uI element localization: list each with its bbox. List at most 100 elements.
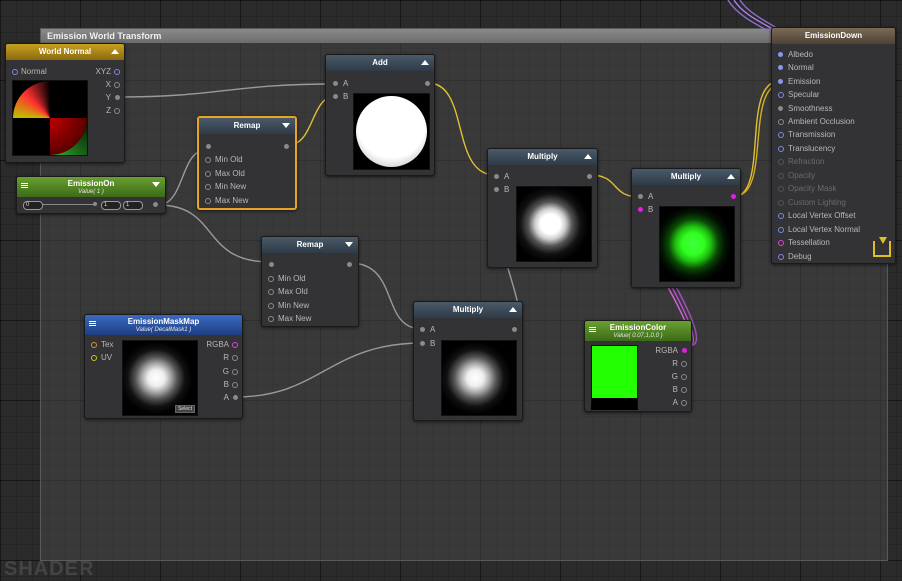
port-dot-icon[interactable]: [12, 69, 18, 75]
slider-track[interactable]: [43, 204, 95, 205]
port-tex[interactable]: Tex: [91, 339, 113, 351]
port-dot-icon[interactable]: [778, 92, 784, 98]
port-b[interactable]: B: [638, 204, 653, 216]
port-opacity[interactable]: Opacity: [778, 170, 815, 182]
node-header[interactable]: Multiply: [488, 149, 597, 165]
port-dot-icon[interactable]: [494, 187, 499, 192]
port-dot-icon[interactable]: [778, 240, 784, 246]
port-dot-icon[interactable]: [268, 316, 274, 322]
port-dot-icon[interactable]: [233, 395, 238, 400]
color-swatch[interactable]: [591, 345, 638, 410]
node-header[interactable]: World Normal: [6, 44, 124, 60]
port-dot-icon[interactable]: [778, 106, 783, 111]
node-header[interactable]: Multiply: [414, 302, 522, 318]
port-dot-icon[interactable]: [268, 303, 274, 309]
port-g[interactable]: G: [672, 371, 687, 383]
port-a[interactable]: A: [673, 397, 687, 409]
port-b[interactable]: B: [224, 379, 238, 391]
port-dot-icon[interactable]: [778, 173, 784, 179]
port-b[interactable]: B: [673, 384, 687, 396]
port-normal[interactable]: Normal: [12, 66, 47, 78]
input-port-icon[interactable]: [206, 144, 211, 149]
port-dot-icon[interactable]: [681, 361, 687, 367]
node-multiply-1[interactable]: Multiply A B: [487, 148, 598, 268]
port-smoothness[interactable]: Smoothness: [778, 103, 832, 115]
port-z[interactable]: Z: [106, 105, 120, 117]
port-b[interactable]: B: [420, 338, 435, 350]
port-dot-icon[interactable]: [638, 194, 643, 199]
port-rgba[interactable]: RGBA: [655, 345, 687, 357]
slider-handle[interactable]: [93, 202, 97, 206]
collapse-icon[interactable]: [421, 60, 429, 65]
port-ambient-occlusion[interactable]: Ambient Occlusion: [778, 116, 855, 128]
port-dot-icon[interactable]: [115, 95, 120, 100]
node-header[interactable]: EmissionMaskMap Value( DecalMask1 ): [85, 315, 242, 335]
port-b[interactable]: B: [333, 91, 348, 103]
port-custom-lighting[interactable]: Custom Lighting: [778, 197, 846, 209]
value-slider[interactable]: 0 1 1: [17, 198, 165, 212]
port-rgba[interactable]: RGBA: [206, 339, 238, 351]
port-dot-icon[interactable]: [778, 186, 784, 192]
port-emission[interactable]: Emission: [778, 76, 820, 88]
canvas[interactable]: { "group": {"title": "Emission World Tra…: [0, 0, 902, 580]
node-header[interactable]: Add: [326, 55, 434, 71]
port-x[interactable]: X: [106, 79, 120, 91]
port-dot-icon[interactable]: [778, 159, 784, 165]
port-a[interactable]: A: [333, 78, 348, 90]
port-dot-icon[interactable]: [232, 382, 238, 388]
output-port-icon[interactable]: [284, 144, 289, 149]
port-dot-icon[interactable]: [91, 355, 97, 361]
port-max-new[interactable]: Max New: [205, 195, 248, 207]
port-opacity-mask[interactable]: Opacity Mask: [778, 183, 836, 195]
node-header[interactable]: Remap: [262, 237, 358, 253]
min-field[interactable]: 0: [23, 201, 43, 210]
port-dot-icon[interactable]: [232, 342, 238, 348]
port-dot-icon[interactable]: [778, 200, 784, 206]
output-port-icon[interactable]: [587, 174, 592, 179]
output-port-icon[interactable]: [347, 262, 352, 267]
node-emission-color[interactable]: EmissionColor Value( 0.07,1,0,0 ) RGBA R …: [584, 320, 692, 412]
port-dot-icon[interactable]: [681, 374, 687, 380]
port-dot-icon[interactable]: [205, 171, 211, 177]
port-dot-icon[interactable]: [205, 157, 211, 163]
port-dot-icon[interactable]: [114, 82, 120, 88]
port-r[interactable]: R: [223, 352, 238, 364]
menu-icon[interactable]: [21, 183, 28, 184]
port-dot-icon[interactable]: [778, 213, 784, 219]
port-dot-icon[interactable]: [420, 327, 425, 332]
port-dot-icon[interactable]: [778, 132, 784, 138]
node-emission-on[interactable]: EmissionOn Value( 1 ) 0 1 1: [16, 176, 166, 214]
port-dot-icon[interactable]: [91, 342, 97, 348]
port-dot-icon[interactable]: [333, 94, 338, 99]
port-a[interactable]: A: [638, 191, 653, 203]
port-albedo[interactable]: Albedo: [778, 49, 813, 61]
collapse-icon[interactable]: [727, 174, 735, 179]
port-dot-icon[interactable]: [681, 387, 687, 393]
port-min-old[interactable]: Min Old: [268, 273, 306, 285]
port-translucency[interactable]: Translucency: [778, 143, 835, 155]
port-dot-icon[interactable]: [268, 276, 274, 282]
port-dot-icon[interactable]: [114, 108, 120, 114]
collapse-icon[interactable]: [282, 123, 290, 128]
port-uv[interactable]: UV: [91, 352, 112, 364]
node-header[interactable]: Remap: [199, 118, 295, 134]
port-xyz[interactable]: XYZ: [95, 66, 120, 78]
input-port-icon[interactable]: [269, 262, 274, 267]
port-y[interactable]: Y: [106, 92, 120, 104]
menu-icon[interactable]: [589, 327, 596, 328]
port-max-new[interactable]: Max New: [268, 313, 311, 325]
port-local-vertex-offset[interactable]: Local Vertex Offset: [778, 210, 855, 222]
port-min-new[interactable]: Min New: [268, 300, 309, 312]
port-a[interactable]: A: [420, 324, 435, 336]
port-max-old[interactable]: Max Old: [205, 168, 245, 180]
node-header[interactable]: Multiply: [632, 169, 740, 185]
node-header[interactable]: EmissionOn Value( 1 ): [17, 177, 165, 197]
collapse-icon[interactable]: [345, 242, 353, 247]
node-remap-2[interactable]: Remap Min Old Max Old Min New Max New: [261, 236, 359, 327]
port-dot-icon[interactable]: [232, 355, 238, 361]
output-port-icon[interactable]: [731, 194, 736, 199]
port-dot-icon[interactable]: [114, 69, 120, 75]
port-normal[interactable]: Normal: [778, 62, 814, 74]
collapse-icon[interactable]: [584, 154, 592, 159]
output-port-icon[interactable]: [153, 202, 158, 207]
